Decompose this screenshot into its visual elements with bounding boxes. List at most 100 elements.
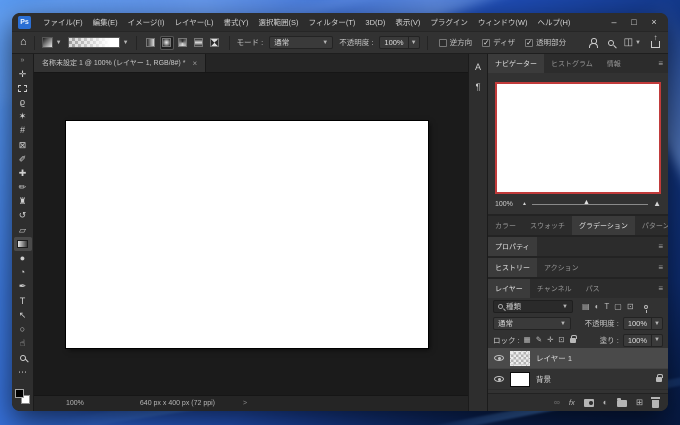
linear-gradient-button[interactable] (144, 36, 158, 50)
layer-style-icon[interactable]: fx (569, 398, 575, 407)
color-swatches[interactable] (15, 389, 30, 404)
panel-tab[interactable]: チャンネル (530, 279, 579, 298)
tab-close-icon[interactable]: × (192, 59, 197, 68)
panel-tab[interactable]: 情報 (600, 54, 628, 73)
radial-gradient-button[interactable] (160, 36, 174, 50)
option-checkbox[interactable]: 透明部分 (525, 37, 566, 48)
marquee-tool[interactable] (14, 81, 32, 95)
panel-tab[interactable]: ナビゲーター (488, 54, 544, 73)
share-icon[interactable] (651, 41, 660, 48)
filter-adjustment-icon[interactable]: ◐ (595, 303, 600, 311)
minimize-button[interactable]: – (604, 17, 624, 27)
move-tool[interactable]: ✛ (14, 67, 32, 81)
panel-tab[interactable]: パターン (635, 216, 668, 235)
menu-item[interactable]: フィルター(T) (303, 17, 360, 28)
angle-gradient-button[interactable] (176, 36, 190, 50)
toolbar-ellipsis[interactable]: ⋯ (14, 365, 32, 379)
home-icon[interactable]: ⌂ (20, 37, 27, 48)
filter-image-icon[interactable]: ▤ (582, 303, 590, 311)
blend-mode-select[interactable]: 通常 ▼ (269, 36, 333, 49)
lock-position-icon[interactable]: ✛ (547, 336, 553, 344)
history-brush-tool[interactable]: ↺ (14, 209, 32, 223)
menu-item[interactable]: ウィンドウ(W) (473, 17, 533, 28)
menu-item[interactable]: 3D(D) (360, 18, 390, 27)
layer-blend-mode-select[interactable]: 通常 ▼ (493, 317, 571, 330)
option-checkbox[interactable]: ディザ (482, 37, 515, 48)
workspace-switcher[interactable]: ◫ ▼ (624, 38, 641, 48)
layer-row[interactable]: レイヤー 1 (488, 348, 668, 369)
lock-transparency-icon[interactable]: ▦ (524, 336, 531, 344)
shape-tool[interactable]: ○ (14, 322, 32, 336)
menu-item[interactable]: ファイル(F) (38, 17, 88, 28)
lasso-tool[interactable]: ϱ (14, 95, 32, 109)
gradient-tool[interactable] (14, 237, 32, 251)
menu-item[interactable]: レイヤー(L) (170, 17, 219, 28)
slider-thumb[interactable]: ▲ (583, 199, 590, 206)
layer-row[interactable]: 背景 (488, 369, 668, 390)
gradient-picker[interactable]: ▼ (68, 37, 129, 48)
search-icon[interactable] (608, 40, 614, 46)
menu-item[interactable]: 選択範囲(S) (253, 17, 303, 28)
layer-name[interactable]: 背景 (536, 374, 551, 385)
zoom-in-icon[interactable]: ▲ (653, 200, 661, 208)
layer-fill-value[interactable]: 100% (623, 334, 652, 347)
layer-opacity-value[interactable]: 100% (623, 317, 652, 330)
menu-item[interactable]: ヘルプ(H) (532, 17, 575, 28)
tool-preset-picker[interactable]: ▼ (42, 37, 62, 48)
navigator-preview[interactable] (495, 82, 661, 194)
panel-menu-icon[interactable]: ≡ (658, 243, 668, 251)
layer-thumbnail[interactable] (510, 372, 530, 387)
type-tool[interactable]: T (14, 294, 32, 308)
menu-item[interactable]: イメージ(I) (123, 17, 170, 28)
menu-item[interactable]: 編集(E) (88, 17, 123, 28)
panel-tab[interactable]: アクション (537, 258, 586, 277)
opacity-value[interactable]: 100% (379, 36, 408, 49)
crop-tool[interactable]: # (14, 124, 32, 138)
quick-selection-tool[interactable]: ✶ (14, 110, 32, 124)
path-selection-tool[interactable]: ↖ (14, 308, 32, 322)
menu-item[interactable]: 表示(V) (390, 17, 425, 28)
panel-menu-icon[interactable]: ≡ (658, 285, 668, 293)
filter-shape-icon[interactable]: ▢ (614, 303, 622, 311)
layer-thumbnail[interactable] (510, 351, 530, 366)
new-layer-icon[interactable]: ⊞ (636, 398, 643, 407)
canvas[interactable] (66, 121, 428, 348)
account-icon[interactable] (589, 38, 598, 47)
menu-item[interactable]: プラグイン (425, 17, 473, 28)
document-tab[interactable]: 名称未設定 1 @ 100% (レイヤー 1, RGB/8#) * × (34, 54, 206, 72)
maximize-button[interactable]: □ (624, 17, 644, 27)
opacity-dropdown-button[interactable]: ▼ (409, 36, 420, 49)
menu-item[interactable]: 書式(Y) (218, 17, 253, 28)
paragraph-panel-icon[interactable]: ¶ (476, 83, 481, 92)
brush-tool[interactable]: ✏ (14, 181, 32, 195)
lock-all-icon[interactable] (570, 338, 576, 343)
zoom-level-field[interactable]: 100% (66, 400, 84, 407)
status-chevron-icon[interactable]: > (243, 400, 247, 407)
delete-layer-icon[interactable] (652, 400, 659, 408)
healing-brush-tool[interactable]: ✚ (14, 166, 32, 180)
blur-tool[interactable]: ● (14, 251, 32, 265)
layer-name[interactable]: レイヤー 1 (536, 353, 572, 364)
visibility-eye-icon[interactable] (494, 376, 504, 382)
panel-menu-icon[interactable]: ≡ (658, 60, 668, 68)
lock-artboard-icon[interactable]: ⊡ (558, 336, 564, 344)
hand-tool[interactable]: ☝ (14, 337, 32, 351)
panel-tab[interactable]: レイヤー (488, 279, 530, 298)
panel-tab[interactable]: グラデーション (572, 216, 635, 235)
layer-opacity-dropdown-button[interactable]: ▼ (652, 317, 663, 330)
pen-tool[interactable]: ✒ (14, 280, 32, 294)
close-button[interactable]: × (644, 17, 664, 27)
dodge-tool[interactable]: ◔ (14, 266, 32, 280)
layer-fill-dropdown-button[interactable]: ▼ (652, 334, 663, 347)
panel-menu-icon[interactable]: ≡ (658, 264, 668, 272)
navigator-zoom-value[interactable]: 100% (495, 201, 517, 208)
character-panel-icon[interactable]: A (475, 63, 481, 72)
filter-pin-icon[interactable] (644, 305, 648, 309)
zoom-out-icon[interactable]: ▲ (522, 202, 527, 207)
filter-type-icon[interactable]: T (604, 303, 609, 311)
option-checkbox[interactable]: 逆方向 (439, 37, 473, 48)
filter-smart-object-icon[interactable]: ⊡ (627, 303, 634, 311)
toolbar-overflow-icon[interactable]: » (21, 57, 25, 64)
navigator-zoom-slider[interactable]: ▲ (532, 204, 648, 205)
eyedropper-tool[interactable]: ✐ (14, 152, 32, 166)
